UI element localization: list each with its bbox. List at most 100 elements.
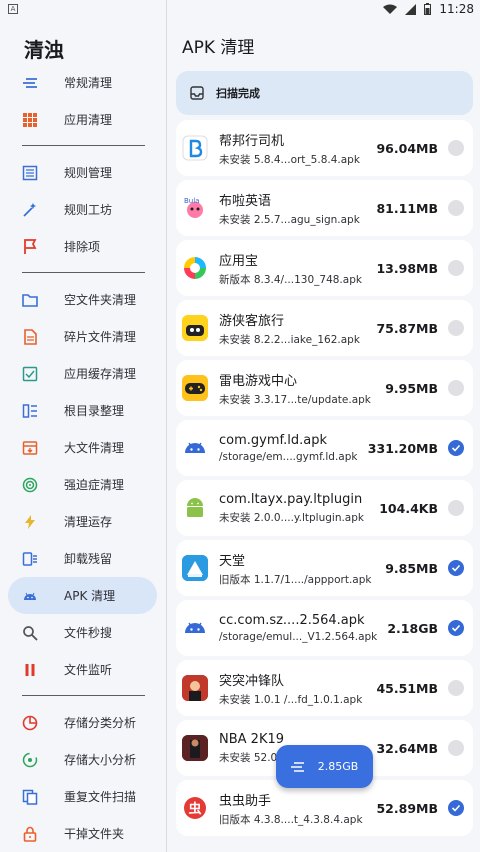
apk-list-item[interactable]: 游侠客旅行 未安装 8.2.2...iake_162.apk 75.87MB (176, 300, 473, 356)
apk-size: 75.87MB (376, 320, 438, 336)
drawer-item-label: 规则管理 (64, 166, 113, 180)
drawer-item-label: 排除项 (64, 240, 101, 254)
drawer-item[interactable]: 空文件夹清理 (0, 281, 157, 318)
unchecked-checkbox[interactable] (448, 200, 464, 216)
apk-list-item[interactable]: com.gymf.ld.apk/storage/em....gymf.ld.ap… (176, 420, 473, 476)
unchecked-checkbox[interactable] (448, 740, 464, 756)
apk-info: com.gymf.ld.apk/storage/em....gymf.ld.ap… (219, 433, 389, 463)
pie-icon (22, 715, 38, 731)
selected-size-label: 2.85GB (317, 760, 359, 773)
apk-detail: 未安装 2.0.0....y.ltplugin.apk (219, 511, 364, 524)
drawer-item[interactable]: 文件监听 (0, 651, 157, 688)
drawer-item[interactable]: 根目录整理 (0, 392, 157, 429)
apk-list-item[interactable]: 帮邦行司机 未安装 5.8.4...ort_5.8.4.apk 96.04MB (176, 120, 473, 176)
drawer-menu: 常规清理 应用清理规则管理规则工坊排除项空文件夹清理碎片文件清理 应用缓存清理 根目录… (0, 64, 167, 852)
drawer-item[interactable]: 强迫症清理 (0, 466, 157, 503)
drawer-item[interactable]: APK 清理 (8, 577, 157, 614)
unchecked-checkbox[interactable] (448, 380, 464, 396)
drawer-item-label: 规则工坊 (64, 203, 113, 217)
drawer-divider (22, 695, 145, 696)
apk-info: 虫虫助手 旧版本 4.3.8....t_4.3.8.4.apk (219, 790, 389, 827)
drawer-item[interactable]: 清理运存 (0, 503, 157, 540)
drawer-item[interactable]: 重复文件扫描 (0, 778, 157, 815)
apk-info: 游侠客旅行 未安装 8.2.2...iake_162.apk (219, 310, 389, 347)
status-bar: A 11:28 (0, 0, 480, 18)
apk-name: 应用宝 (219, 253, 259, 269)
apk-list-item[interactable]: 突突冲锋队 未安装 1.0.1 /...fd_1.0.1.apk 45.51MB (176, 660, 473, 716)
unchecked-checkbox[interactable] (448, 260, 464, 276)
android-icon (182, 615, 208, 641)
apk-name: 雷电游戏中心 (219, 373, 298, 389)
drawer-item[interactable]: 规则工坊 (0, 191, 157, 228)
checked-checkbox[interactable] (448, 800, 464, 816)
drawer-item-label: 根目录整理 (64, 404, 125, 418)
apk-name: 游侠客旅行 (219, 313, 285, 329)
list-box-icon (22, 165, 38, 181)
inbox-icon (190, 86, 204, 100)
apk-detail: 旧版本 4.3.8....t_4.3.8.4.apk (219, 813, 363, 826)
apk-list-item[interactable]: 应用宝 新版本 8.3.4/...130_748.apk 13.98MB (176, 240, 473, 296)
drawer-item[interactable]: 存储分类分析 (0, 704, 157, 741)
drawer-item[interactable]: 应用清理 (0, 101, 157, 138)
unchecked-checkbox[interactable] (448, 320, 464, 336)
drawer-item-label: 大文件清理 (64, 441, 125, 455)
apk-size: 45.51MB (376, 680, 438, 696)
drawer-item-label: 卸载残留 (64, 552, 113, 566)
copy-icon (22, 789, 38, 805)
drawer-item[interactable]: 文件秒搜 (0, 614, 157, 651)
notification-a-icon: A (8, 4, 18, 14)
checked-checkbox[interactable] (448, 560, 464, 576)
gamepad-icon (182, 375, 208, 401)
drawer-item[interactable]: 碎片文件清理 (0, 318, 157, 355)
drawer-item[interactable]: 应用缓存清理 (0, 355, 157, 392)
drawer-item[interactable]: 常规清理 (0, 64, 157, 101)
apk-name: 突突冲锋队 (219, 673, 285, 689)
bolt-icon (22, 514, 38, 530)
main-panel: APK 清理 扫描完成 帮邦行司机 未安装 5.8.4...ort_5.8.4.a… (168, 0, 480, 852)
drawer-item-label: 文件监听 (64, 663, 113, 677)
apk-name: cc.com.sz....2.564.apk (219, 613, 365, 628)
apk-size: 52.89MB (376, 800, 438, 816)
apk-list-item[interactable]: 雷电游戏中心未安装 3.3.17...te/update.apk 9.95MB (176, 360, 473, 416)
drawer-item[interactable]: 大文件清理 (0, 429, 157, 466)
apk-list-item[interactable]: cc.com.sz....2.564.apk/storage/emul..._V… (176, 600, 473, 656)
apk-list-item[interactable]: com.ltayx.pay.ltplugin 未安装 2.0.0....y.ltp… (176, 480, 473, 536)
checkmark-icon (451, 624, 461, 632)
apk-list-item[interactable]: 天堂 旧版本 1.1.7/1..../appport.apk 9.85MB (176, 540, 473, 596)
checked-checkbox[interactable] (448, 620, 464, 636)
drawer-item-label: 应用缓存清理 (64, 367, 137, 381)
flag-icon (22, 238, 38, 255)
youxiake-logo-icon (182, 315, 208, 341)
apk-list-item[interactable]: Bula 布啦英语 未安装 2.5.7...agu_sign.apk 81.11MB (176, 180, 473, 236)
search-icon (22, 625, 38, 641)
tiantang-logo-icon (182, 555, 208, 581)
app-title: 清浊 (24, 38, 64, 62)
apk-name: 天堂 (219, 553, 246, 569)
drawer-divider (22, 272, 145, 273)
apk-detail: 未安装 5.8.4...ort_5.8.4.apk (219, 153, 360, 166)
drawer-item[interactable]: 排除项 (0, 228, 157, 265)
apk-size: 13.98MB (376, 260, 438, 276)
clean-selected-button[interactable]: 2.85GB (276, 745, 373, 788)
apk-list-item[interactable]: 虫 虫虫助手 旧版本 4.3.8....t_4.3.8.4.apk 52.89MB (176, 780, 473, 836)
svg-text:虫: 虫 (188, 801, 201, 817)
apk-size: 2.18GB (387, 620, 438, 636)
android-icon (182, 435, 208, 461)
drawer-item[interactable]: 规则管理 (0, 154, 157, 191)
drawer-item-label: 干掉文件夹 (64, 827, 125, 841)
drawer-item[interactable]: 存储大小分析 (0, 741, 157, 778)
apk-size: 9.95MB (385, 380, 438, 396)
drawer-item[interactable]: 卸载残留 (0, 540, 157, 577)
checked-checkbox[interactable] (448, 440, 464, 456)
unchecked-checkbox[interactable] (448, 140, 464, 156)
apk-size: 81.11MB (376, 200, 438, 216)
drawer-item-label: 碎片文件清理 (64, 330, 137, 344)
apk-info: 帮邦行司机 未安装 5.8.4...ort_5.8.4.apk (219, 130, 389, 167)
drawer-item[interactable]: 干掉文件夹 (0, 815, 157, 852)
apk-name: 布啦英语 (219, 193, 272, 209)
drawer-item-label: 重复文件扫描 (64, 790, 137, 804)
apk-detail: 未安装 3.3.17...te/update.apk (219, 393, 371, 406)
unchecked-checkbox[interactable] (448, 500, 464, 516)
apk-detail: 旧版本 1.1.7/1..../appport.apk (219, 573, 372, 586)
unchecked-checkbox[interactable] (448, 680, 464, 696)
